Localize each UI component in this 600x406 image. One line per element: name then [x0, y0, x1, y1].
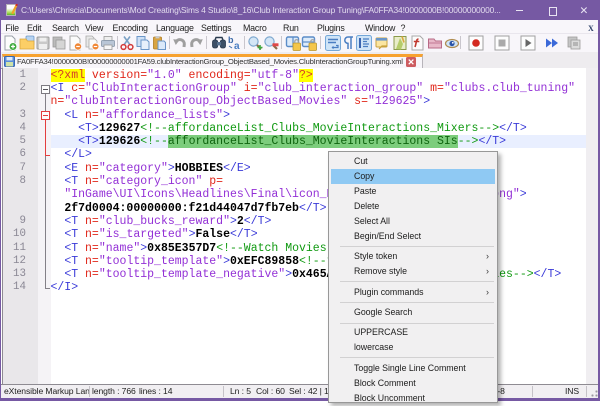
svg-text:a: a [234, 41, 240, 51]
